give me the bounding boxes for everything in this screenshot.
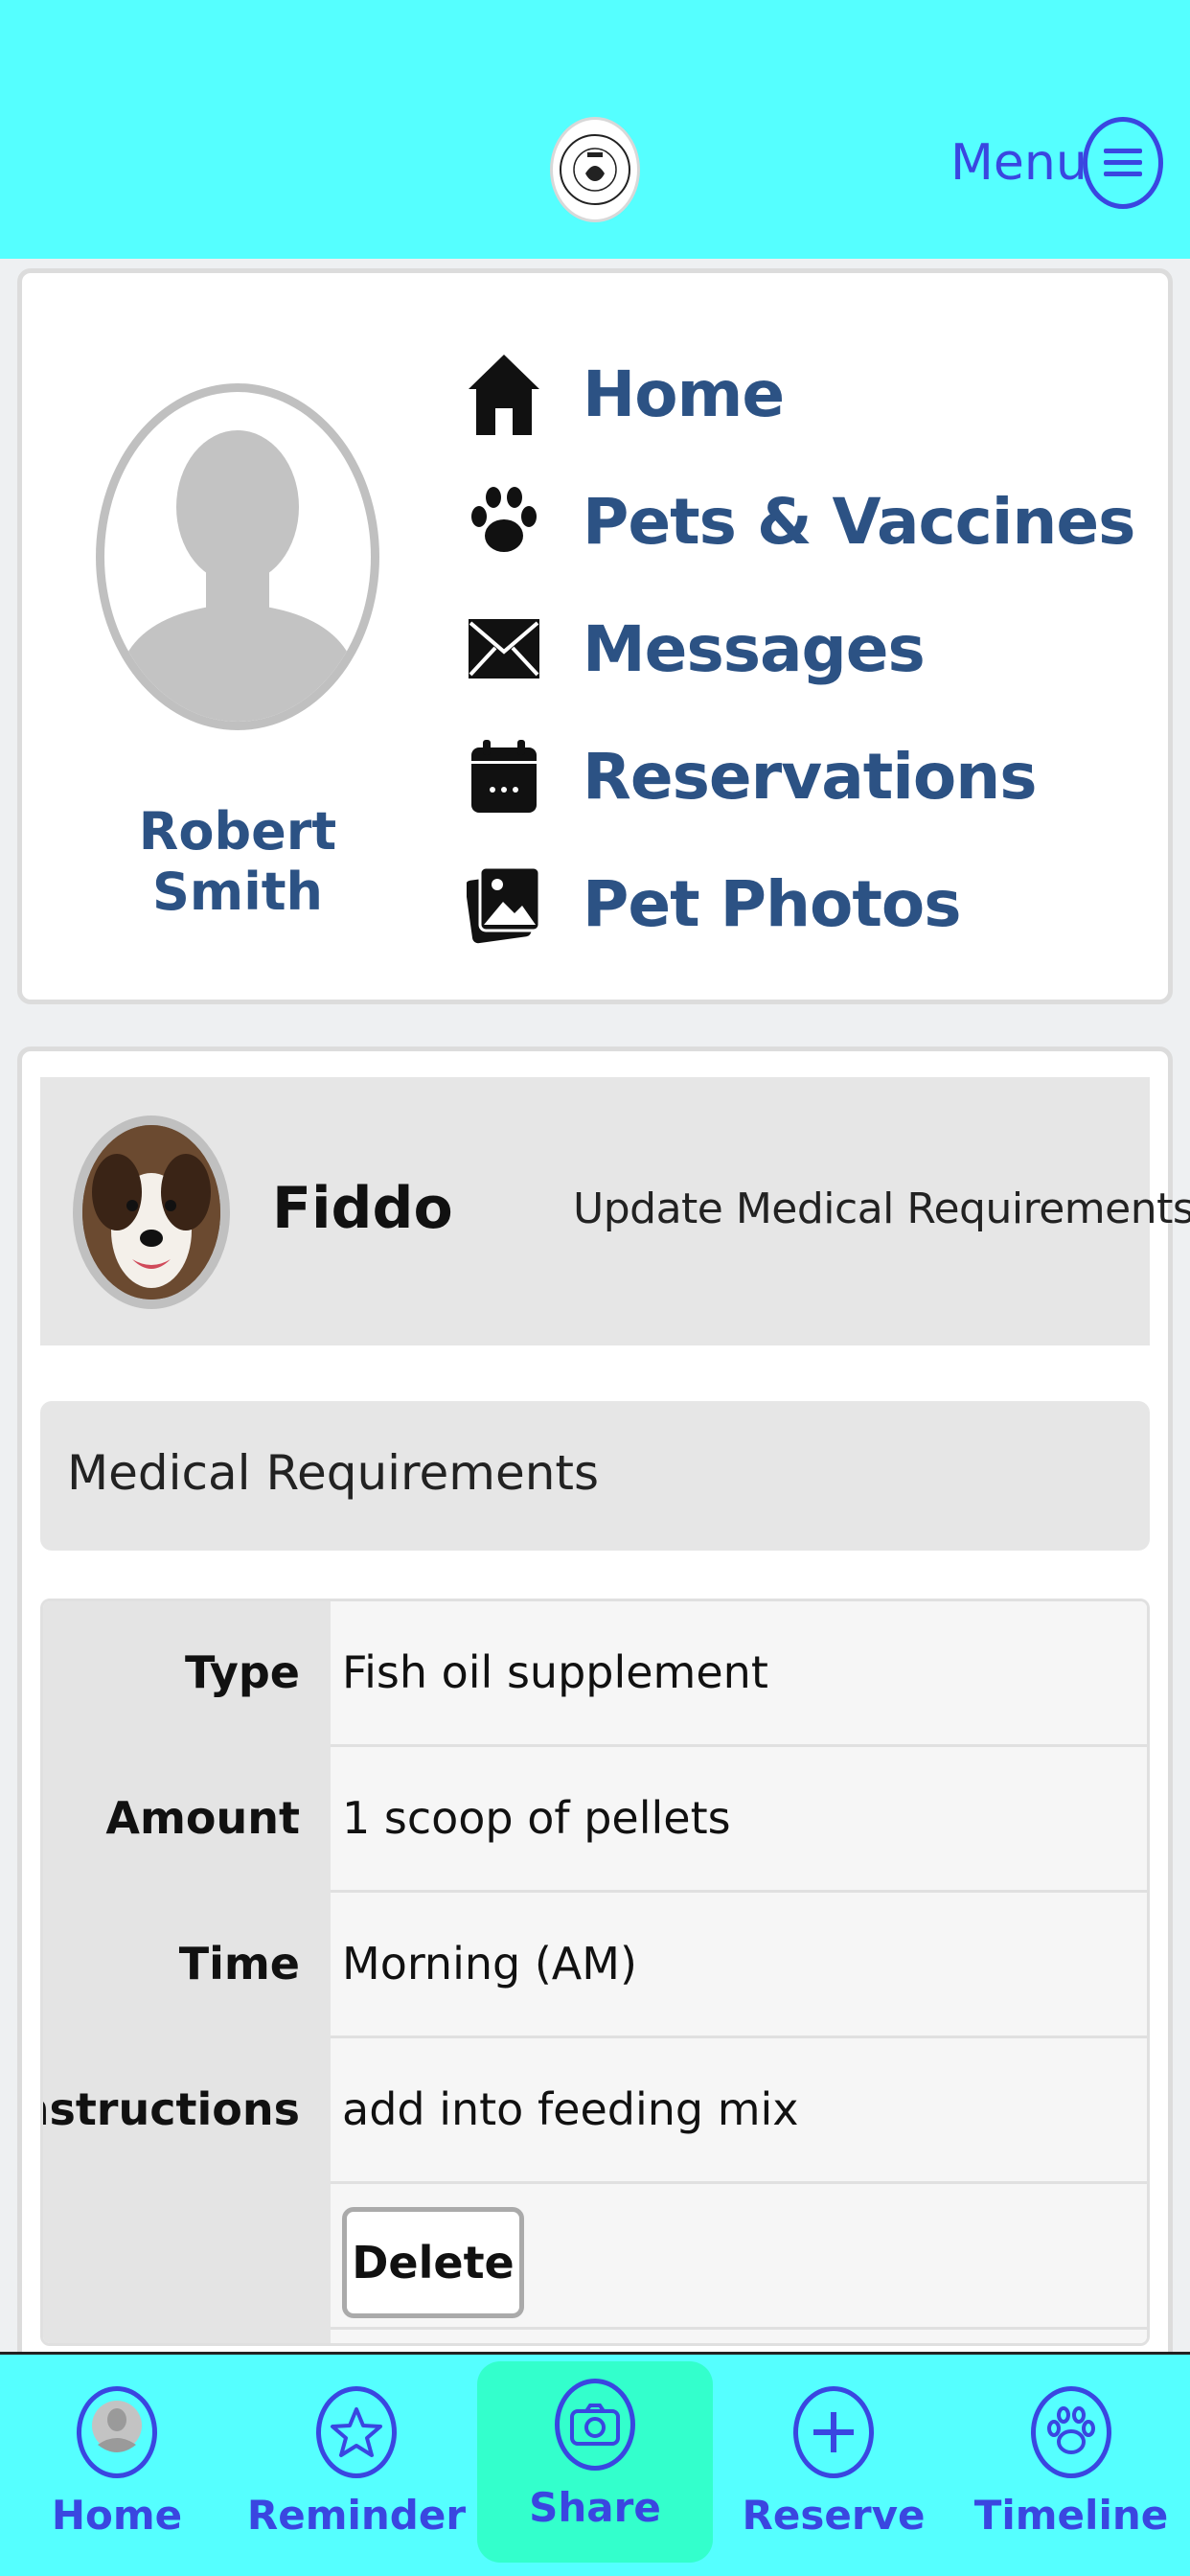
nav-item-pets-vaccines[interactable]: Pets & Vaccines <box>466 469 1135 574</box>
row-value: 1 scoop of pellets <box>342 1792 731 1844</box>
nav-item-home[interactable]: Home <box>466 341 785 447</box>
home-icon <box>466 351 542 437</box>
paw-icon <box>466 478 542 564</box>
row-label: Type <box>184 1646 300 1698</box>
section-title: Medical Requirements <box>67 1445 600 1501</box>
avatar <box>96 383 379 730</box>
table-row-actions: Delete <box>43 2184 1147 2327</box>
tab-share[interactable]: Share <box>477 2361 713 2563</box>
nav-label-pet-photos: Pet Photos <box>583 866 962 941</box>
paw-icon <box>1031 2386 1111 2478</box>
row-label: Amount <box>105 1792 300 1844</box>
tab-reminder[interactable]: Reminder <box>241 2363 471 2564</box>
tab-label-reserve: Reserve <box>742 2492 926 2539</box>
tab-label-share: Share <box>529 2484 661 2531</box>
delete-button[interactable]: Delete <box>342 2207 524 2318</box>
nav-label-pets-vaccines: Pets & Vaccines <box>583 484 1135 559</box>
pet-photo[interactable] <box>73 1116 230 1309</box>
plus-icon <box>793 2386 874 2478</box>
row-value: add into feeding mix <box>342 2083 799 2135</box>
nav-item-pet-photos[interactable]: Pet Photos <box>466 851 962 956</box>
profile-name: Robert Smith <box>138 801 337 922</box>
table-row-time: Time Morning (AM) <box>43 1893 1147 2036</box>
tab-timeline[interactable]: Timeline <box>956 2363 1186 2564</box>
menu-label[interactable]: Menu <box>950 134 1087 192</box>
photos-icon <box>466 861 542 947</box>
medical-requirements-table: Type Fish oil supplement Amount 1 scoop … <box>40 1598 1150 2346</box>
star-icon <box>316 2386 397 2478</box>
school-logo[interactable] <box>550 117 640 222</box>
user-icon <box>77 2386 157 2478</box>
tab-label-reminder: Reminder <box>246 2492 467 2539</box>
table-row-instructions: Instructions add into feeding mix <box>43 2038 1147 2181</box>
nav-label-reservations: Reservations <box>583 739 1038 814</box>
person-silhouette-icon <box>114 430 361 722</box>
tab-label-home: Home <box>51 2492 183 2539</box>
nav-item-messages[interactable]: Messages <box>466 596 926 702</box>
nav-label-messages: Messages <box>583 611 926 686</box>
tab-home[interactable]: Home <box>2 2363 232 2564</box>
row-label: Time <box>178 1938 300 1990</box>
row-label: Instructions <box>43 2083 300 2135</box>
row-divider <box>331 2327 1147 2330</box>
envelope-icon <box>466 606 542 692</box>
update-medical-requirements-link[interactable]: Update Medical Requirements <box>573 1184 1190 1233</box>
tab-label-timeline: Timeline <box>973 2492 1169 2539</box>
top-header: Menu <box>0 0 1190 259</box>
nav-label-home: Home <box>583 356 785 431</box>
camera-icon <box>555 2379 635 2471</box>
table-row-type: Type Fish oil supplement <box>43 1601 1147 1744</box>
calendar-icon <box>466 733 542 819</box>
hamburger-menu-icon[interactable] <box>1083 117 1163 209</box>
tab-reserve[interactable]: Reserve <box>719 2363 949 2564</box>
row-value: Morning (AM) <box>342 1938 637 1990</box>
table-row-amount: Amount 1 scoop of pellets <box>43 1747 1147 1890</box>
nav-item-reservations[interactable]: Reservations <box>466 724 1038 829</box>
pet-name: Fiddo <box>272 1175 453 1242</box>
row-value: Fish oil supplement <box>342 1646 768 1698</box>
